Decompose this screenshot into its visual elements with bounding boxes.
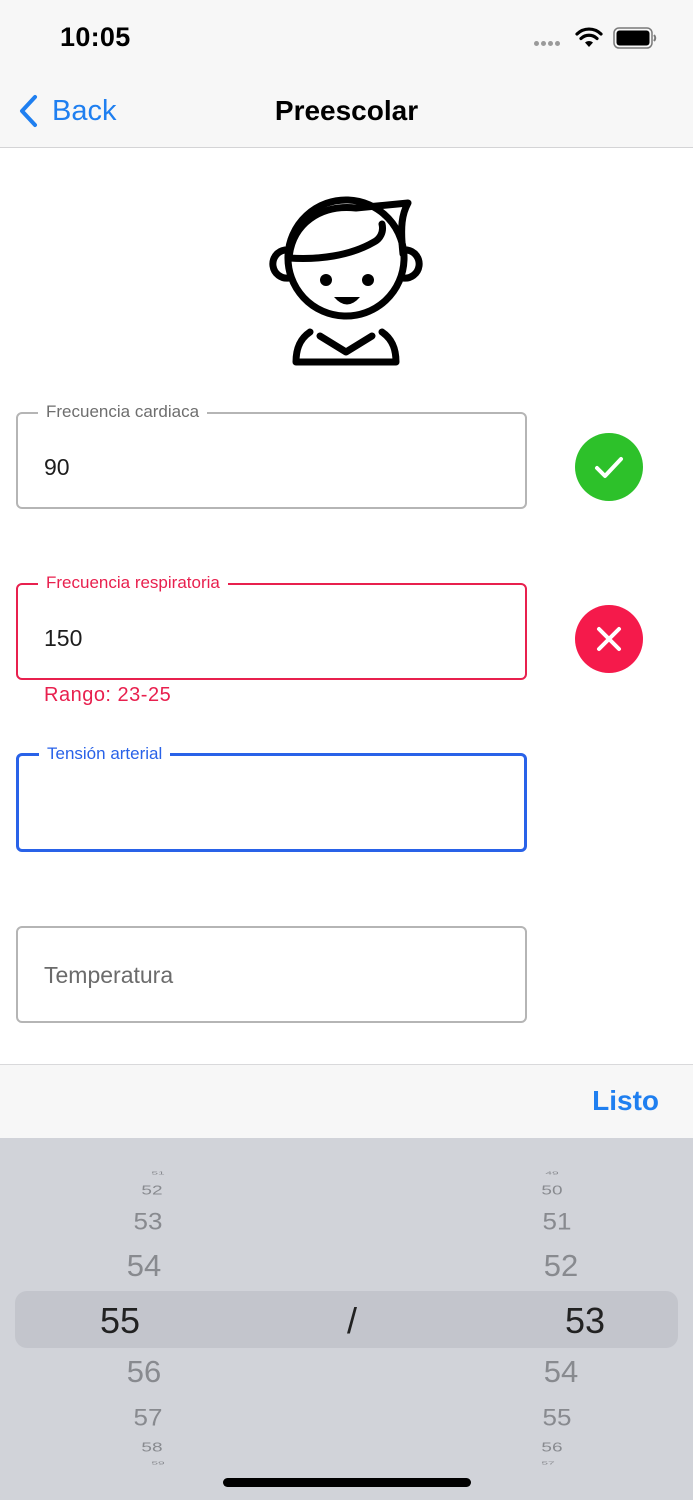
blood-pressure-field[interactable]: Tensión arterial [16, 744, 527, 852]
cellular-signal-icon [534, 41, 566, 47]
picker-left-item[interactable]: 51 [151, 1171, 164, 1176]
picker-right-item[interactable]: 49 [545, 1171, 558, 1176]
picker-separator: / [346, 1300, 358, 1341]
child-avatar-icon [269, 196, 423, 366]
picker-left-item[interactable]: 52 [141, 1183, 162, 1198]
blood-pressure-picker[interactable]: 51 52 53 54 55 56 57 58 59 / 49 50 51 52… [0, 1138, 693, 1500]
heart-rate-field[interactable]: Frecuencia cardiaca 90 [16, 402, 527, 509]
picker-left-item[interactable]: 59 [151, 1461, 164, 1466]
respiratory-rate-value: 150 [44, 625, 83, 651]
picker-right-selected[interactable]: 53 [565, 1300, 605, 1342]
status-bar: 10:05 [0, 0, 693, 75]
heart-rate-label: Frecuencia cardiaca [38, 402, 208, 422]
temperature-field[interactable]: Temperatura [16, 926, 527, 1023]
respiratory-rate-label: Frecuencia respiratoria [38, 573, 228, 593]
picker-left-selected[interactable]: 55 [100, 1300, 140, 1342]
respiratory-rate-field[interactable]: Frecuencia respiratoria 150 [16, 573, 527, 680]
picker-toolbar: Listo [0, 1064, 693, 1138]
picker-right-item[interactable]: 56 [541, 1440, 562, 1455]
picker-right-item[interactable]: 51 [543, 1207, 572, 1236]
home-indicator [223, 1478, 471, 1487]
blood-pressure-label: Tensión arterial [39, 744, 171, 764]
picker-left-item[interactable]: 53 [134, 1207, 163, 1236]
picker-left-item[interactable]: 56 [127, 1354, 161, 1390]
temperature-placeholder: Temperatura [44, 962, 174, 988]
heart-rate-value: 90 [44, 454, 70, 480]
picker-right-item[interactable]: 52 [544, 1248, 578, 1284]
battery-icon [613, 27, 657, 49]
wifi-icon [575, 27, 603, 47]
picker-right-item[interactable]: 55 [543, 1403, 572, 1432]
picker-right-item[interactable]: 57 [541, 1461, 554, 1466]
status-time: 10:05 [60, 22, 131, 52]
respiratory-rate-error: Rango: 23-25 [44, 684, 172, 706]
picker-right-item[interactable]: 50 [541, 1183, 562, 1198]
valid-check-icon [575, 433, 643, 501]
page-title: Preescolar [274, 95, 419, 126]
navigation-bar: Back Preescolar [0, 75, 693, 148]
picker-left-item[interactable]: 57 [134, 1403, 163, 1432]
picker-left-item[interactable]: 54 [127, 1248, 161, 1284]
picker-right-item[interactable]: 54 [544, 1354, 578, 1390]
picker-left-item[interactable]: 58 [141, 1440, 162, 1455]
invalid-x-icon [575, 605, 643, 673]
done-button[interactable]: Listo [592, 1085, 659, 1117]
